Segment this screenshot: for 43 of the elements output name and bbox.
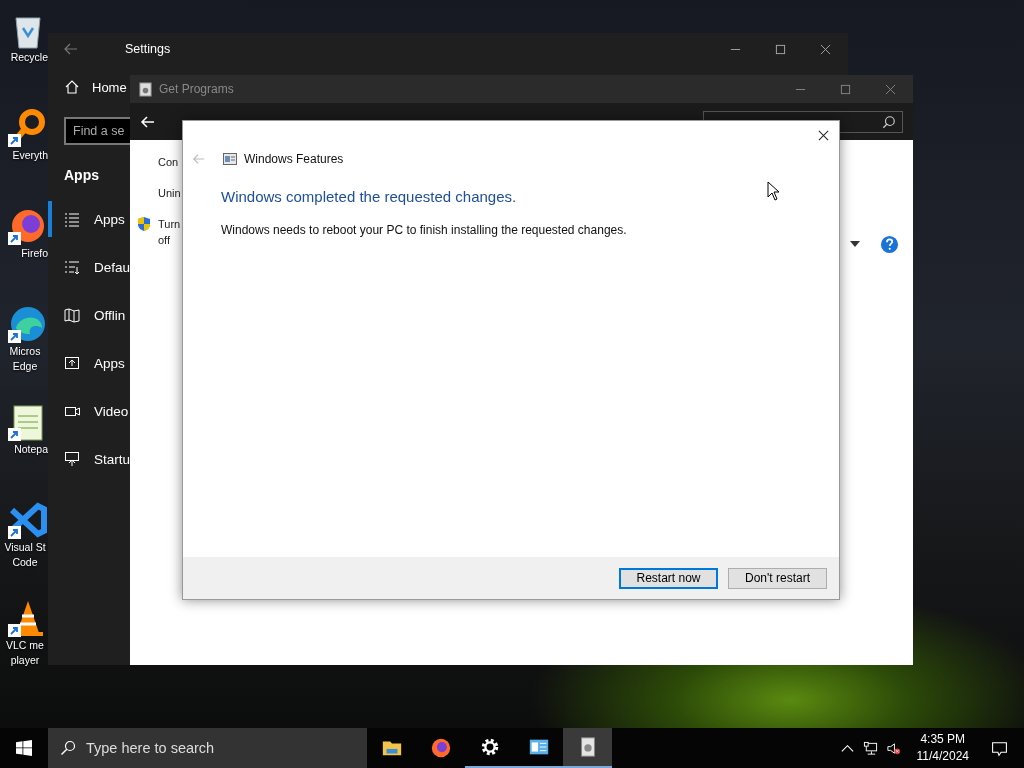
desktop-icon-label[interactable]: Notepa <box>14 442 48 457</box>
window-title: Get Programs <box>159 82 234 96</box>
desktop-icon-label[interactable]: Firefo <box>21 246 48 261</box>
upload-box-icon <box>64 355 80 371</box>
programs-icon[interactable] <box>563 728 612 768</box>
clock-date[interactable]: 11/4/2024 <box>916 748 969 765</box>
clock-time[interactable]: 4:35 PM <box>920 731 966 748</box>
house-icon <box>64 79 80 95</box>
desktop-icon-label[interactable]: Recycle <box>10 50 48 65</box>
search-icon <box>60 740 76 756</box>
window-title: Settings <box>125 42 171 56</box>
features-icon <box>222 151 238 167</box>
dialog-message: Windows needs to reboot your PC to finish installing the requested changes. <box>221 223 628 237</box>
caret-icon[interactable] <box>850 241 860 247</box>
programs-icon <box>138 81 153 97</box>
cancel-button[interactable]: Don't restart <box>728 567 827 589</box>
list-arrow-icon <box>64 259 80 275</box>
desktop-icon-label[interactable]: Micros Edge <box>2 344 48 374</box>
home-link[interactable]: Home <box>64 75 127 99</box>
task-link[interactable]: Unin <box>158 185 180 201</box>
magnifier-icon[interactable] <box>8 108 48 148</box>
dialog-heading: Windows completed the requested changes. <box>221 188 517 205</box>
monitor-arrow-icon <box>64 451 80 467</box>
back-arrow-icon <box>192 152 206 166</box>
mouse-pointer-icon <box>767 181 779 201</box>
desktop-icon-label[interactable]: Everyth <box>12 148 48 163</box>
code-editor-icon[interactable] <box>8 500 48 540</box>
close-icon[interactable] <box>818 129 829 141</box>
back-arrow-icon[interactable] <box>140 113 156 130</box>
task-link[interactable]: Con <box>158 154 180 170</box>
list-icon <box>64 211 80 227</box>
search-icon <box>882 114 896 129</box>
map-icon <box>64 307 80 323</box>
section-heading: Apps <box>64 167 100 185</box>
restart-button[interactable]: Restart now <box>619 567 718 589</box>
help-icon[interactable] <box>880 234 899 254</box>
search-field[interactable]: Find a se <box>64 117 130 145</box>
wave-globe-icon[interactable] <box>8 304 48 344</box>
search-field[interactable]: Type here to search <box>48 728 367 768</box>
desktop-icon-label[interactable]: Visual St Code <box>2 540 48 570</box>
dialog-title: Windows Features <box>244 152 344 166</box>
task-link[interactable]: Turn off <box>158 216 180 248</box>
desktop-icon-label[interactable]: VLC me player <box>2 638 48 668</box>
